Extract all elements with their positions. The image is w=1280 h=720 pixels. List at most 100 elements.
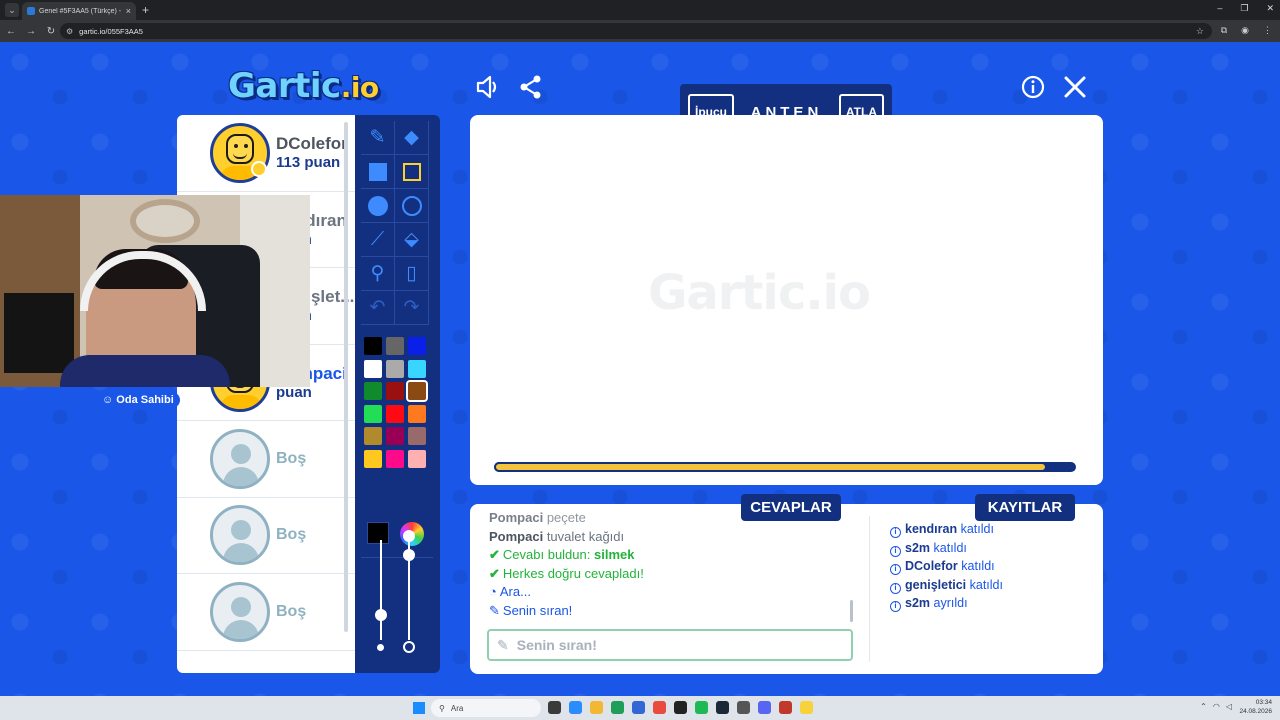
chat-panel: Pompaci peçete Pompaci tuvalet kağıdı ✔ C… [470,504,1103,674]
color-swatch[interactable] [386,404,404,423]
filled-circle-icon[interactable] [361,189,395,223]
round-timer-fill [494,462,1047,472]
taskbar-search[interactable]: ⚲ Ara [431,699,541,717]
file-explorer-icon[interactable] [590,701,603,714]
game-app-icon[interactable] [779,701,792,714]
log-entry: i genişletici katıldı [890,576,1003,595]
forward-arrow-icon[interactable]: → [22,26,40,37]
undo-icon[interactable]: ↶ [361,291,395,325]
tool-grid: ✎ ◆ ⟋ ⬙ ⚲ ▯ ↶ ↷ [361,121,429,325]
tab-logs[interactable]: KAYITLAR [975,494,1075,521]
browser-tab[interactable]: Genel #5F3AA5 (Türkçe) - Gartic × [22,2,136,20]
clock[interactable]: 03:34 24.08.2026 [1239,698,1272,716]
eyedropper-icon[interactable]: ⚲ [361,257,395,291]
widgets-icon[interactable] [569,701,582,714]
brush-size-slider[interactable] [380,540,382,640]
close-window-button[interactable]: ✕ [1266,3,1274,14]
network-icon[interactable]: ◠ [1213,702,1220,711]
new-page-icon[interactable]: ▯ [395,257,429,291]
tab-title: Genel #5F3AA5 (Türkçe) - Gartic [39,7,122,15]
new-tab-button[interactable]: + [142,4,149,16]
color-swatch[interactable] [364,404,382,423]
line-icon[interactable]: ⟋ [361,223,395,257]
back-arrow-icon[interactable]: ← [2,26,20,37]
tab-search-icon[interactable]: ⌄ [5,3,19,17]
color-swatch[interactable] [364,427,382,445]
bookmark-star-icon[interactable]: ☆ [1196,26,1204,37]
opacity-handle[interactable] [403,549,415,561]
extensions-icon[interactable]: ⧉ [1221,25,1227,36]
filled-rectangle-icon[interactable] [361,155,395,189]
answer-input-placeholder: Senin sıran! [516,637,597,653]
chrome-browser-icon[interactable] [653,701,666,714]
minimize-button[interactable]: – [1217,3,1222,14]
players-scrollbar[interactable] [344,122,348,632]
color-swatch[interactable] [386,359,404,378]
tab-close-icon[interactable]: × [126,6,131,16]
volume-icon[interactable]: ◁ [1226,702,1232,711]
terminal-icon[interactable] [674,701,687,714]
log-entry: i kendıran katıldı [890,520,1003,539]
color-palette [364,337,428,468]
outline-rectangle-icon[interactable] [395,155,429,189]
chevron-up-icon[interactable]: ⌃ [1200,702,1207,711]
color-swatch[interactable] [364,359,382,378]
color-swatch[interactable] [408,337,426,355]
empty-slot: Boş [177,574,355,651]
steam-icon[interactable] [716,701,729,714]
color-swatch[interactable] [408,427,426,445]
maximize-button[interactable]: ❐ [1240,3,1248,14]
color-swatch[interactable] [406,380,428,402]
color-swatch[interactable] [408,404,426,423]
opacity-max-icon [403,530,415,542]
browser-menu-icon[interactable]: ⋮ [1263,25,1272,36]
close-icon[interactable] [1063,75,1087,104]
pinned-app-icon[interactable] [800,701,813,714]
color-swatch[interactable] [364,382,382,400]
color-swatch[interactable] [364,337,382,355]
color-swatch[interactable] [364,449,382,468]
edge-browser-icon[interactable] [611,701,624,714]
outline-circle-icon[interactable] [395,189,429,223]
task-view-icon[interactable] [548,701,561,714]
answers-scrollbar[interactable] [850,600,853,622]
color-swatch[interactable] [386,449,404,468]
spotify-icon[interactable] [695,701,708,714]
profile-icon[interactable]: ◉ [1241,25,1249,36]
store-icon[interactable] [632,701,645,714]
share-icon[interactable] [519,75,543,104]
address-bar[interactable]: ⚙ gartic.io/055F3AA5 ☆ [60,23,1212,39]
redo-icon[interactable]: ↷ [395,291,429,325]
fill-bucket-icon[interactable]: ⬙ [395,223,429,257]
color-swatch[interactable] [386,427,404,445]
current-color-swatch[interactable] [367,522,389,544]
color-swatch[interactable] [408,359,426,378]
tab-answers[interactable]: CEVAPLAR [741,494,841,521]
empty-slot-label: Boş [276,526,307,544]
drawing-canvas[interactable]: Gartic.io [470,115,1103,485]
pencil-icon[interactable]: ✎ [361,121,395,155]
gartic-logo[interactable]: Gartic.io [228,66,379,106]
sound-icon[interactable] [475,75,501,104]
eraser-icon[interactable]: ◆ [395,121,429,155]
discord-icon[interactable] [758,701,771,714]
color-swatch[interactable] [386,382,404,400]
info-icon[interactable] [1021,75,1045,104]
opacity-min-icon [403,641,415,653]
windows-start-icon[interactable] [413,702,425,714]
round-timer-bar [494,462,1076,472]
player-row[interactable]: DColefor 113 puan [177,115,355,192]
color-swatch[interactable] [386,337,404,355]
site-info-icon[interactable]: ⚙ [66,27,73,36]
pencil-icon: ✎ [497,636,509,653]
obs-icon[interactable] [737,701,750,714]
answer-input[interactable]: ✎ Senin sıran! [487,629,853,661]
brush-size-handle[interactable] [375,609,387,621]
gartic-favicon-icon [27,7,35,15]
color-swatch[interactable] [408,449,426,468]
reload-icon[interactable]: ↻ [42,26,60,37]
empty-avatar-icon [210,428,270,489]
empty-avatar-icon [210,505,270,566]
empty-slot: Boş [177,421,355,498]
logs-feed: i kendıran katıldı i s2m katıldı i DColefor… [890,520,1003,613]
